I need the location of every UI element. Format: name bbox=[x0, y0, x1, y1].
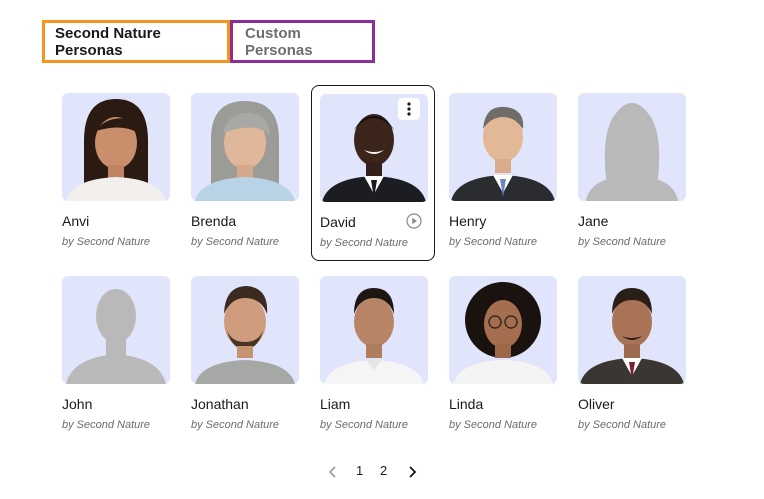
persona-author: by Second Nature bbox=[320, 237, 409, 249]
kebab-menu-icon bbox=[407, 102, 411, 116]
persona-card-liam[interactable]: Liam by Second Nature bbox=[320, 276, 444, 452]
persona-author: by Second Nature bbox=[449, 236, 538, 248]
tab-second-nature-personas[interactable]: Second Nature Personas bbox=[42, 20, 230, 63]
persona-card-jonathan[interactable]: Jonathan by Second Nature bbox=[191, 276, 315, 452]
persona-author: by Second Nature bbox=[62, 419, 151, 431]
page-1[interactable]: 1 bbox=[356, 463, 363, 478]
persona-name: Oliver bbox=[578, 396, 615, 412]
persona-card-henry[interactable]: Henry by Second Nature bbox=[449, 93, 573, 269]
avatar bbox=[191, 276, 299, 384]
persona-author: by Second Nature bbox=[449, 419, 538, 431]
persona-card-linda[interactable]: Linda by Second Nature bbox=[449, 276, 573, 452]
persona-name: Jane bbox=[578, 213, 609, 229]
avatar bbox=[320, 276, 428, 384]
tab-custom-personas[interactable]: Custom Personas bbox=[230, 20, 375, 63]
chevron-left-icon[interactable] bbox=[328, 466, 338, 478]
persona-name: Liam bbox=[320, 396, 351, 412]
pagination: 1 2 bbox=[0, 463, 764, 483]
persona-author: by Second Nature bbox=[191, 419, 280, 431]
persona-name: Anvi bbox=[62, 213, 90, 229]
persona-card-john[interactable]: John by Second Nature bbox=[62, 276, 186, 452]
avatar bbox=[191, 93, 299, 201]
persona-name: Henry bbox=[449, 213, 487, 229]
persona-author: by Second Nature bbox=[320, 419, 409, 431]
avatar bbox=[578, 93, 686, 201]
persona-card-oliver[interactable]: Oliver by Second Nature bbox=[578, 276, 702, 452]
placeholder-male-icon bbox=[66, 289, 166, 384]
persona-author: by Second Nature bbox=[578, 236, 667, 248]
persona-name: John bbox=[62, 396, 93, 412]
avatar bbox=[62, 276, 170, 384]
persona-author: by Second Nature bbox=[62, 236, 151, 248]
persona-name: Jonathan bbox=[191, 396, 249, 412]
avatar bbox=[578, 276, 686, 384]
persona-name: Brenda bbox=[191, 213, 237, 229]
avatar bbox=[449, 276, 557, 384]
persona-name: Linda bbox=[449, 396, 484, 412]
avatar bbox=[62, 93, 170, 201]
persona-name: David bbox=[320, 214, 356, 230]
persona-card-jane[interactable]: Jane by Second Nature bbox=[578, 93, 702, 269]
persona-author: by Second Nature bbox=[191, 236, 280, 248]
persona-card-anvi[interactable]: Anvi by Second Nature bbox=[62, 93, 186, 269]
persona-author: by Second Nature bbox=[578, 419, 667, 431]
more-options-button[interactable] bbox=[398, 98, 420, 120]
persona-card-david[interactable]: David by Second Nature bbox=[311, 85, 435, 261]
avatar bbox=[449, 93, 557, 201]
play-icon[interactable] bbox=[406, 213, 422, 229]
page-2[interactable]: 2 bbox=[380, 463, 387, 478]
persona-tabs: Second Nature Personas Custom Personas bbox=[42, 20, 375, 63]
chevron-right-icon[interactable] bbox=[407, 466, 417, 478]
placeholder-female-icon bbox=[586, 103, 678, 201]
persona-card-brenda[interactable]: Brenda by Second Nature bbox=[191, 93, 315, 269]
